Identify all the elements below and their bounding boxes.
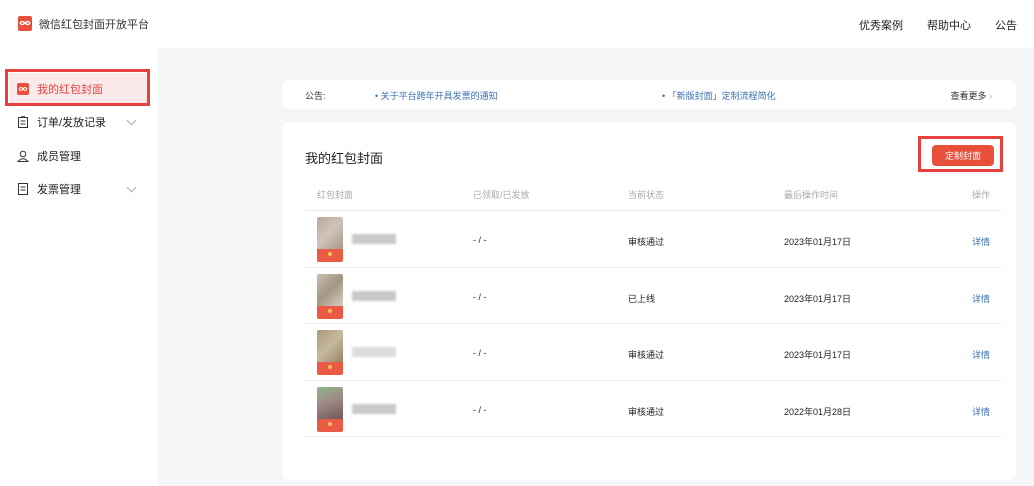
view-more-label: 查看更多	[950, 91, 987, 101]
table-row: - / - 审核通过 2023年01月17日 详情	[305, 323, 1002, 380]
nav-announcement[interactable]: 公告	[995, 17, 1017, 33]
nav-excellent-cases[interactable]: 优秀案例	[859, 17, 903, 33]
col-claimed: 已领取/已发放	[473, 190, 530, 200]
cover-name-blurred	[352, 291, 396, 301]
top-header: 微信红包封面开放平台 优秀案例 帮助中心 公告	[0, 0, 1034, 48]
redpacket-logo-icon	[18, 16, 32, 31]
chevron-down-icon	[126, 182, 137, 193]
status-text: 审核通过	[628, 350, 665, 360]
top-nav: 优秀案例 帮助中心 公告	[859, 17, 1017, 33]
nav-help-center[interactable]: 帮助中心	[927, 17, 971, 33]
table-header: 红包封面 已领取/已发放 当前状态 最后操作时间 操作	[305, 188, 1002, 210]
table-row: - / - 审核通过 2022年01月28日 详情	[305, 380, 1002, 437]
cover-name-blurred	[352, 404, 396, 414]
cover-thumbnail[interactable]	[317, 330, 343, 375]
sidebar-item-label: 订单/发放记录	[37, 117, 107, 129]
notice-bar: 公告: • 关于平台跨年开具发票的通知 • 「新版封面」定制流程简化 查看更多 …	[282, 80, 1016, 109]
claimed-count: - / -	[473, 292, 487, 302]
custom-cover-button[interactable]: 定制封面	[932, 145, 994, 166]
last-op-time: 2023年01月17日	[784, 294, 852, 304]
table-divider	[305, 436, 1002, 437]
app-title: 微信红包封面开放平台	[39, 19, 149, 31]
table-row: - / - 审核通过 2023年01月17日 详情	[305, 210, 1002, 267]
last-op-time: 2023年01月17日	[784, 237, 852, 247]
clipboard-icon	[18, 116, 28, 128]
sidebar-item-label: 成员管理	[37, 151, 81, 163]
sidebar: 我的红包封面 订单/发放记录 成员管理 发票管理	[0, 48, 158, 486]
sidebar-item-invoices[interactable]: 发票管理	[9, 173, 147, 205]
page-title: 我的红包封面	[305, 151, 384, 166]
last-op-time: 2022年01月28日	[784, 407, 852, 417]
claimed-count: - / -	[473, 348, 487, 358]
table-row: - / - 已上线 2023年01月17日 详情	[305, 267, 1002, 324]
claimed-count: - / -	[473, 405, 487, 415]
user-icon	[17, 150, 29, 162]
notice-item-text: 「新版封面」定制流程简化	[667, 91, 776, 101]
cover-name-blurred	[352, 347, 396, 357]
chevron-right-icon: ›	[989, 91, 992, 101]
sidebar-item-label: 我的红包封面	[37, 84, 103, 96]
detail-link[interactable]: 详情	[972, 405, 990, 418]
chevron-down-icon	[126, 115, 137, 126]
sidebar-item-my-covers[interactable]: 我的红包封面	[9, 73, 147, 105]
sidebar-item-label: 发票管理	[37, 184, 81, 196]
detail-link[interactable]: 详情	[972, 348, 990, 361]
sidebar-item-members[interactable]: 成员管理	[9, 140, 147, 172]
cover-name-blurred	[352, 234, 396, 244]
status-text: 审核通过	[628, 407, 665, 417]
col-cover: 红包封面	[317, 190, 354, 200]
sidebar-item-orders[interactable]: 订单/发放记录	[9, 106, 147, 138]
status-text: 审核通过	[628, 237, 665, 247]
cover-thumbnail[interactable]	[317, 217, 343, 262]
col-status: 当前状态	[628, 190, 665, 200]
notice-label: 公告:	[305, 91, 326, 101]
col-action: 操作	[972, 190, 991, 200]
notice-item-text: 关于平台跨年开具发票的通知	[380, 91, 498, 101]
claimed-count: - / -	[473, 235, 487, 245]
cover-thumbnail[interactable]	[317, 387, 343, 432]
col-last-time: 最后操作时间	[784, 190, 839, 200]
redpacket-icon	[17, 83, 29, 95]
document-icon	[18, 183, 28, 195]
status-text: 已上线	[628, 294, 656, 304]
covers-card: 我的红包封面 定制封面 红包封面 已领取/已发放 当前状态 最后操作时间 操作 …	[282, 122, 1016, 480]
detail-link[interactable]: 详情	[972, 292, 990, 305]
notice-link-new-cover[interactable]: • 「新版封面」定制流程简化	[662, 89, 776, 102]
detail-link[interactable]: 详情	[972, 235, 990, 248]
cover-thumbnail[interactable]	[317, 274, 343, 319]
view-more-link[interactable]: 查看更多 ›	[950, 89, 992, 102]
notice-link-invoice[interactable]: • 关于平台跨年开具发票的通知	[375, 89, 498, 102]
last-op-time: 2023年01月17日	[784, 350, 852, 360]
